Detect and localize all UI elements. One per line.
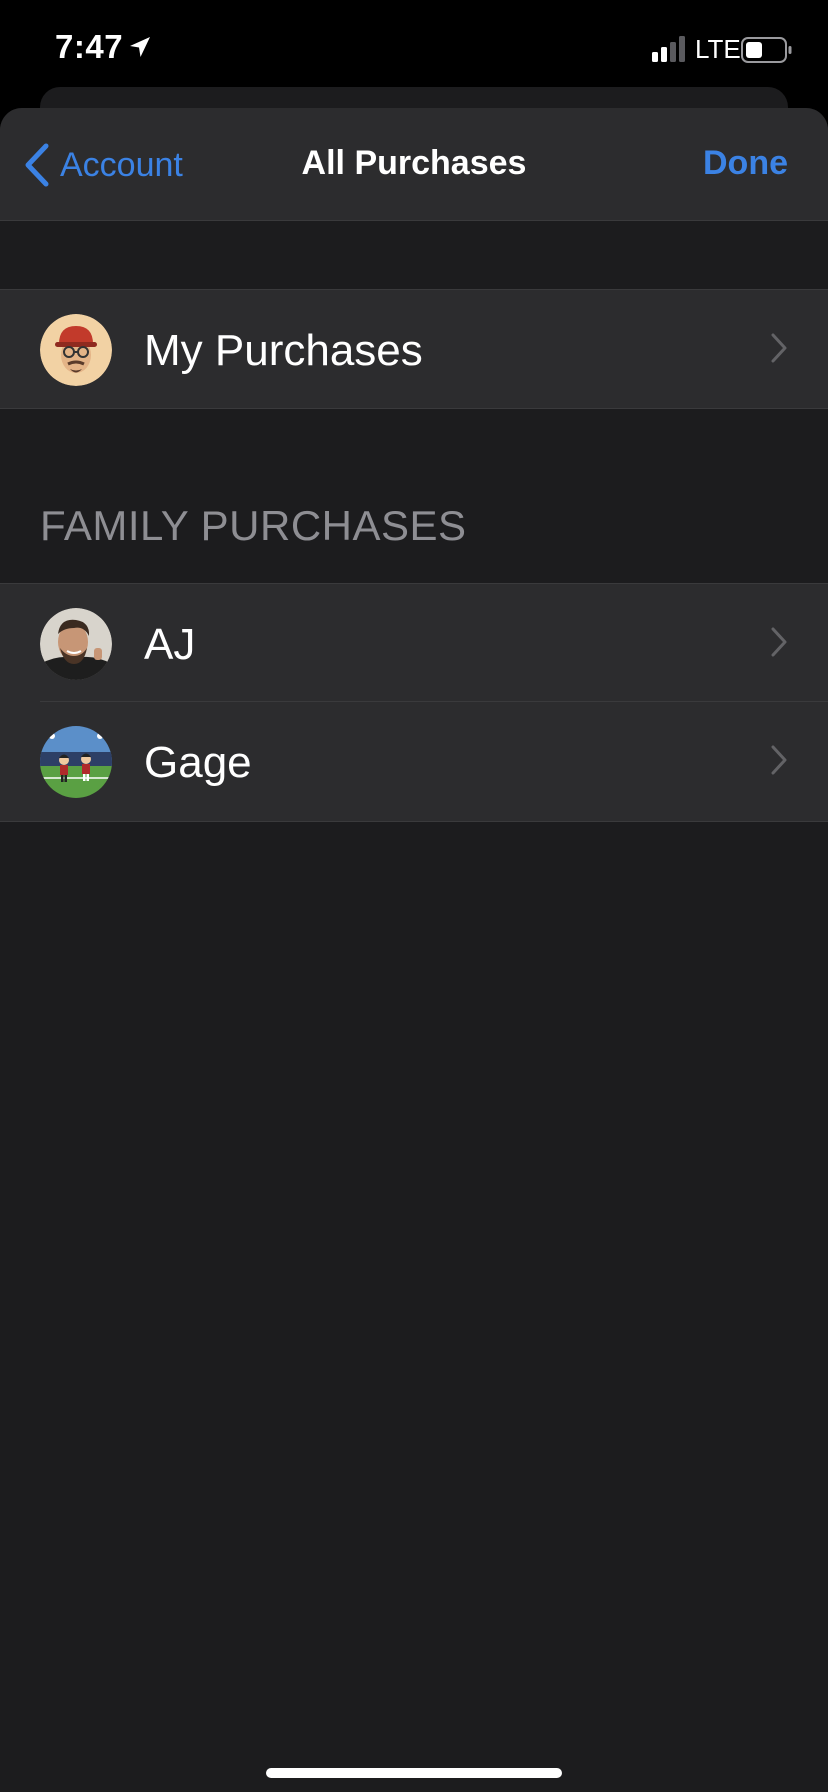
my-purchases-row[interactable]: My Purchases: [0, 290, 828, 408]
family-member-row-gage[interactable]: Gage: [0, 701, 828, 820]
memoji-avatar: [40, 314, 112, 386]
family-purchases-header: FAMILY PURCHASES: [40, 502, 467, 549]
cartoon-avatar-image: [40, 726, 112, 798]
family-member-row-aj[interactable]: AJ: [0, 584, 828, 702]
home-indicator[interactable]: [266, 1768, 562, 1778]
location-arrow-icon: [130, 37, 150, 57]
family-member-label: Gage: [144, 738, 252, 787]
chevron-right-icon: [771, 745, 787, 775]
photo-avatar-image: [40, 608, 112, 680]
status-time: 7:47: [55, 28, 124, 65]
navigation-bar: Account All Purchases Done: [0, 108, 828, 221]
battery-icon: [741, 37, 792, 63]
network-type-label: LTE: [695, 34, 741, 64]
chevron-right-icon: [771, 333, 787, 363]
cartoon-avatar: [40, 726, 112, 798]
chevron-right-icon: [771, 627, 787, 657]
status-bar: 7:47 LTE: [0, 0, 828, 100]
photo-avatar: [40, 608, 112, 680]
family-purchases-group: AJ Gage: [0, 583, 828, 822]
memoji-avatar-image: [40, 314, 112, 386]
family-member-label: AJ: [144, 620, 196, 669]
all-purchases-sheet: Account All Purchases Done My Purchases …: [0, 108, 828, 1792]
my-purchases-label: My Purchases: [144, 326, 423, 375]
cellular-signal-icon: [652, 36, 685, 62]
done-button[interactable]: Done: [703, 144, 788, 183]
my-purchases-group: My Purchases: [0, 289, 828, 409]
